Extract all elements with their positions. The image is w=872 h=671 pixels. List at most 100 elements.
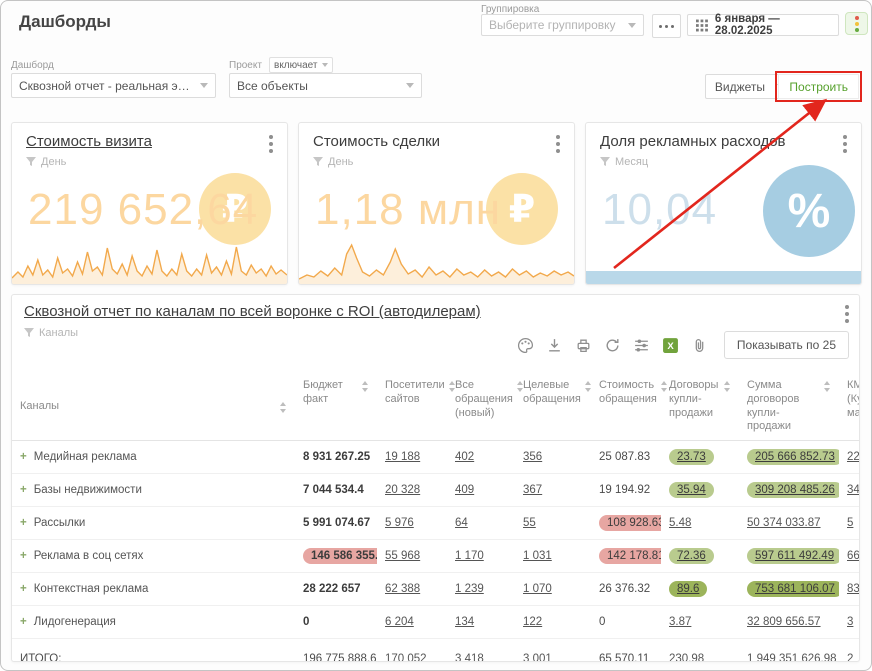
table-row: +Медийная реклама 8 931 267.25 19 188 40… [12, 441, 860, 474]
visitors-link[interactable]: 6 204 [385, 616, 414, 628]
sort-icon[interactable] [824, 381, 831, 392]
target-leads-link[interactable]: 356 [523, 451, 542, 463]
total-target-leads-link[interactable]: 3 001 [523, 653, 552, 662]
date-range-picker[interactable]: 6 января — 28.02.2025 [687, 14, 839, 36]
kebab-menu-icon[interactable] [841, 133, 849, 155]
target-leads-link[interactable]: 122 [523, 616, 542, 628]
project-operator-select[interactable]: включает [269, 57, 333, 73]
expand-row-icon[interactable]: + [20, 550, 27, 562]
deals-sum-link[interactable]: 50 374 033.87 [747, 517, 821, 529]
refresh-icon[interactable] [604, 337, 621, 354]
objects-select[interactable]: Все объекты [229, 73, 422, 98]
all-leads-link[interactable]: 1 239 [455, 583, 484, 595]
channel-name-link[interactable]: Базы недвижимости [34, 484, 142, 496]
total-visitors-link[interactable]: 170 052 [385, 653, 427, 662]
channel-name-link[interactable]: Лидогенерация [34, 616, 116, 628]
sort-icon[interactable] [449, 381, 456, 392]
palette-icon[interactable] [517, 337, 534, 354]
target-leads-link[interactable]: 1 031 [523, 550, 552, 562]
more-options-button[interactable] [652, 14, 681, 38]
dashboard-select[interactable]: Сквозной отчет - реальная эффек... [11, 73, 216, 98]
sort-icon[interactable] [661, 381, 668, 392]
col-header-target-leads: Целевые обращения [523, 379, 581, 407]
expand-row-icon[interactable]: + [20, 616, 27, 628]
channel-name-link[interactable]: Реклама в соц сетях [34, 550, 144, 562]
deals-badge-link[interactable]: 35.94 [669, 482, 714, 498]
flows-settings-icon[interactable] [633, 337, 650, 354]
card-period-filter[interactable]: День [26, 156, 66, 168]
all-leads-link[interactable]: 64 [455, 517, 468, 529]
expand-row-icon[interactable]: + [20, 484, 27, 496]
channel-name-link[interactable]: Медийная реклама [34, 451, 137, 463]
all-leads-link[interactable]: 409 [455, 484, 474, 496]
card-title[interactable]: Стоимость визита [26, 133, 152, 150]
visitors-link[interactable]: 19 188 [385, 451, 420, 463]
report-title[interactable]: Сквозной отчет по каналам по всей воронк… [24, 303, 481, 320]
kebab-menu-icon[interactable] [554, 133, 562, 155]
deals-sum-badge-link[interactable]: 597 611 492.49 [747, 548, 839, 564]
sort-icon[interactable] [280, 402, 287, 413]
deals-badge-link[interactable]: 23.73 [669, 449, 714, 465]
km-link[interactable]: 34 [847, 484, 860, 496]
deals-badge-link[interactable]: 72.36 [669, 548, 714, 564]
report-filter[interactable]: Каналы [24, 327, 78, 339]
sort-icon[interactable] [362, 381, 369, 392]
total-km-link[interactable]: 2 [847, 653, 853, 662]
deals-sum-link[interactable]: 32 809 656.57 [747, 616, 821, 628]
total-deals-sum-link[interactable]: 1 949 351 626.98 [747, 653, 837, 662]
attach-icon[interactable] [691, 337, 708, 354]
deals-link[interactable]: 5.48 [669, 517, 691, 529]
visitors-link[interactable]: 20 328 [385, 484, 420, 496]
km-link[interactable]: 22 [847, 451, 860, 463]
total-deals-link[interactable]: 230.98 [669, 653, 704, 662]
km-link[interactable]: 3 [847, 616, 853, 628]
kpi-value: 10,04 [602, 185, 717, 235]
project-label: Проект [229, 60, 262, 71]
card-period-filter[interactable]: День [313, 156, 353, 168]
deals-badge-link[interactable]: 89.6 [669, 581, 707, 597]
deals-sum-badge-link[interactable]: 205 666 852.73 [747, 449, 839, 465]
channel-name-link[interactable]: Контекстная реклама [34, 583, 149, 595]
km-link[interactable]: 5 [847, 517, 853, 529]
card-title[interactable]: Доля рекламных расходов [600, 133, 786, 150]
all-leads-link[interactable]: 1 170 [455, 550, 484, 562]
expand-row-icon[interactable]: + [20, 517, 27, 529]
report-filter-label: Каналы [39, 327, 78, 339]
sort-icon[interactable] [517, 381, 524, 392]
sort-icon[interactable] [724, 381, 731, 392]
print-icon[interactable] [575, 337, 592, 354]
expand-row-icon[interactable]: + [20, 451, 27, 463]
channel-name-link[interactable]: Рассылки [34, 517, 86, 529]
target-leads-link[interactable]: 55 [523, 517, 536, 529]
km-link[interactable]: 66 [847, 550, 860, 562]
grouping-select[interactable]: Выберите группировку [481, 14, 644, 36]
table-total-row: ИТОГО: 196 775 888.69 170 052 3 418 3 00… [12, 639, 860, 663]
download-icon[interactable] [546, 337, 563, 354]
kpi-card-deal-cost: Стоимость сделки День 1,18 млн ₽ [298, 122, 575, 285]
bottom-bar-chart [586, 271, 861, 284]
target-leads-link[interactable]: 367 [523, 484, 542, 496]
total-all-leads-link[interactable]: 3 418 [455, 653, 484, 662]
deals-sum-badge-link[interactable]: 753 681 106.07 [747, 581, 839, 597]
target-leads-link[interactable]: 1 070 [523, 583, 552, 595]
page-size-button[interactable]: Показывать по 25 [724, 331, 849, 359]
kebab-menu-icon[interactable] [267, 133, 275, 155]
kpi-cards-row: Стоимость визита День 219 652,64 ₽ Стоим… [11, 122, 862, 285]
sort-icon[interactable] [585, 381, 592, 392]
expand-row-icon[interactable]: + [20, 583, 27, 595]
table-row: +Рассылки 5 991 074.67 5 976 64 55 108 9… [12, 507, 860, 540]
all-leads-link[interactable]: 402 [455, 451, 474, 463]
card-title[interactable]: Стоимость сделки [313, 133, 440, 150]
visitors-link[interactable]: 5 976 [385, 517, 414, 529]
kebab-menu-icon[interactable] [843, 303, 851, 325]
visitors-link[interactable]: 62 388 [385, 583, 420, 595]
card-period-filter[interactable]: Месяц [600, 156, 648, 168]
excel-export-icon[interactable]: X [662, 337, 679, 354]
build-button[interactable]: Построить [778, 74, 859, 99]
traffic-light-icon[interactable] [845, 12, 868, 35]
all-leads-link[interactable]: 134 [455, 616, 474, 628]
deals-sum-badge-link[interactable]: 309 208 485.26 [747, 482, 839, 498]
visitors-link[interactable]: 55 968 [385, 550, 420, 562]
km-link[interactable]: 83 [847, 583, 860, 595]
deals-link[interactable]: 3.87 [669, 616, 691, 628]
